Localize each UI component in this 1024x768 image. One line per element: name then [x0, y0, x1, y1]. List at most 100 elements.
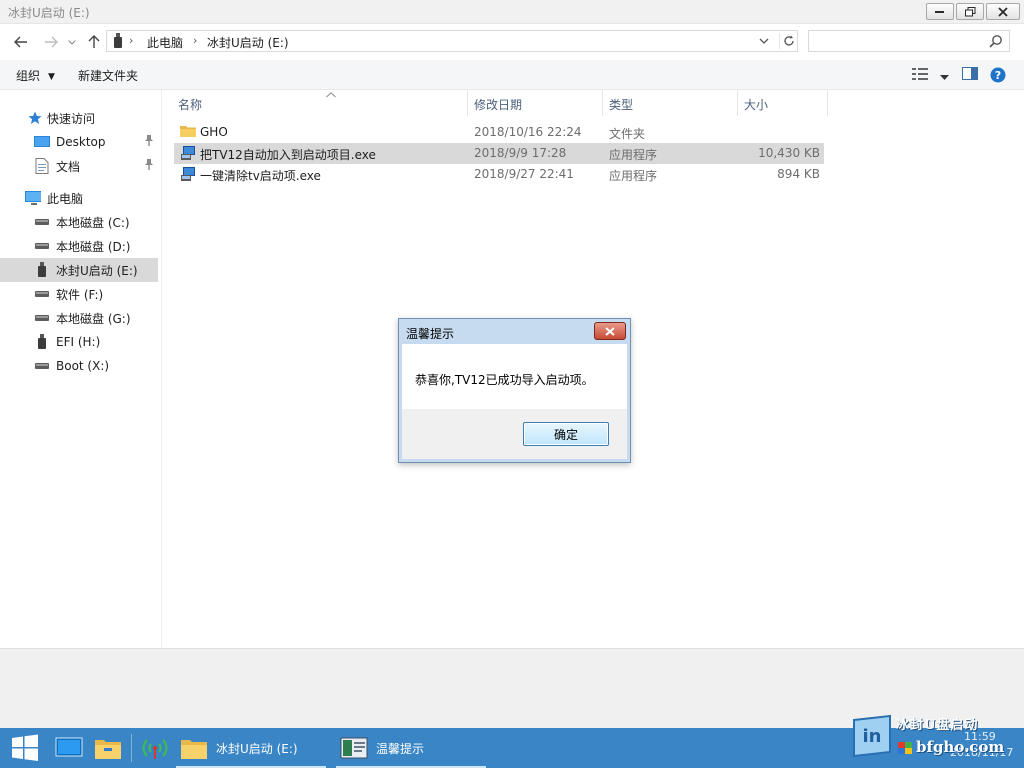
system-tray: in 冰封U盘启动 11:59 2018/11/17 bfgho.com — [850, 714, 1024, 768]
caret-down-icon — [940, 75, 949, 80]
search-input[interactable] — [815, 31, 985, 51]
recent-locations-button[interactable] — [66, 33, 78, 51]
file-size: 10,430 KB — [758, 146, 820, 160]
column-label: 名称 — [178, 98, 203, 112]
sidebar-item-drive-h[interactable]: EFI (H:) — [0, 330, 158, 354]
dialog-footer: 确定 — [402, 409, 627, 459]
address-bar[interactable]: › 此电脑 › 冰封U启动 (E:) — [106, 30, 798, 52]
dialog-close-button[interactable] — [594, 322, 626, 340]
taskbar-item-explorer[interactable]: 冰封U启动 (E:) — [176, 728, 326, 768]
view-dropdown-button[interactable] — [940, 70, 949, 84]
sidebar-item-quick-access[interactable]: 快速访问 — [0, 106, 158, 130]
navigation-pane: 快速访问 Desktop 文档 此电脑 本地磁盘 (C:) 本地磁盘 (D:) — [0, 90, 162, 648]
file-modified: 2018/9/9 17:28 — [474, 146, 567, 160]
svg-text:in: in — [863, 726, 882, 747]
sidebar-item-label: 冰封U启动 (E:) — [56, 263, 138, 278]
file-type: 应用程序 — [609, 169, 658, 183]
file-type: 应用程序 — [609, 148, 658, 162]
organize-menu[interactable]: 组织 ▼ — [16, 67, 55, 84]
sidebar-item-drive-d[interactable]: 本地磁盘 (D:) — [0, 234, 158, 258]
restore-button[interactable] — [956, 3, 984, 20]
column-header-size[interactable]: 大小 — [738, 90, 828, 116]
restore-icon — [964, 6, 975, 16]
dialog-message: 恭喜你,TV12已成功导入启动项。 — [415, 373, 594, 387]
drive-icon — [34, 214, 50, 230]
sidebar-item-label: Boot (X:) — [56, 359, 110, 373]
column-header-name[interactable]: 名称 — [172, 90, 468, 116]
file-modified: 2018/9/27 22:41 — [474, 167, 574, 181]
search-box[interactable] — [808, 30, 1010, 52]
table-row[interactable]: GHO 2018/10/16 22:24 文件夹 — [174, 122, 824, 143]
column-header-modified[interactable]: 修改日期 — [468, 90, 603, 116]
preview-pane-icon — [962, 67, 978, 80]
search-icon[interactable] — [989, 34, 1003, 51]
column-header-type[interactable]: 类型 — [603, 90, 738, 116]
close-icon — [998, 6, 1008, 17]
command-bar: 组织 ▼ 新建文件夹 ? — [0, 60, 1024, 90]
pin-icon[interactable] — [144, 135, 154, 150]
sidebar-item-drive-g[interactable]: 本地磁盘 (G:) — [0, 306, 158, 330]
preview-pane-button[interactable] — [962, 67, 978, 84]
taskbar-item-label: 冰封U启动 (E:) — [216, 741, 298, 756]
color-flag-icon — [898, 742, 912, 754]
details-view-icon — [912, 68, 928, 80]
table-row[interactable]: 把TV12自动加入到启动项目.exe 2018/9/9 17:28 应用程序 1… — [174, 143, 824, 164]
sidebar-item-label: 此电脑 — [47, 191, 84, 206]
table-row[interactable]: 一键清除tv启动项.exe 2018/9/27 22:41 应用程序 894 K… — [174, 164, 824, 185]
file-modified: 2018/10/16 22:24 — [474, 125, 582, 139]
ok-button[interactable]: 确定 — [523, 422, 609, 446]
sidebar-item-desktop[interactable]: Desktop — [0, 130, 158, 154]
breadcrumb-current-drive[interactable]: 冰封U启动 (E:) — [207, 34, 289, 51]
breadcrumb-separator[interactable]: › — [193, 34, 197, 47]
new-folder-button[interactable]: 新建文件夹 — [78, 67, 138, 84]
forward-button[interactable] — [42, 33, 60, 51]
file-name: 把TV12自动加入到启动项目.exe — [200, 148, 376, 162]
sidebar-item-documents[interactable]: 文档 — [0, 154, 158, 178]
arrow-left-icon — [14, 36, 27, 48]
usb-drive-icon — [34, 334, 50, 350]
taskbar-item-dialog[interactable]: 温馨提示 — [336, 728, 486, 768]
organize-label: 组织 — [16, 69, 41, 83]
exe-icon — [180, 145, 196, 164]
file-name: 一键清除tv启动项.exe — [200, 169, 321, 183]
computer-icon — [25, 190, 41, 206]
folder-icon — [95, 740, 121, 759]
file-explorer-button[interactable] — [90, 728, 126, 768]
address-dropdown-button[interactable] — [759, 35, 769, 49]
star-icon — [27, 110, 43, 126]
chevron-down-icon — [68, 39, 76, 45]
network-button[interactable] — [138, 728, 172, 768]
title-bar: 冰封U启动 (E:) — [0, 0, 1024, 24]
usb-drive-icon — [113, 33, 123, 52]
breadcrumb-separator[interactable]: › — [129, 34, 133, 47]
sidebar-item-drive-x[interactable]: Boot (X:) — [0, 354, 158, 378]
folder-icon — [181, 740, 207, 759]
help-button[interactable]: ? — [990, 67, 1006, 86]
refresh-icon — [783, 35, 794, 46]
sidebar-item-drive-f[interactable]: 软件 (F:) — [0, 282, 158, 306]
refresh-button[interactable] — [779, 33, 797, 49]
wireless-icon — [142, 739, 168, 759]
up-button[interactable] — [85, 33, 103, 51]
show-desktop-button[interactable] — [52, 728, 86, 768]
pin-icon[interactable] — [144, 159, 154, 174]
sort-ascending-icon — [326, 87, 336, 101]
sidebar-item-drive-c[interactable]: 本地磁盘 (C:) — [0, 210, 158, 234]
sidebar-item-this-pc[interactable]: 此电脑 — [0, 186, 158, 210]
watermark-site: bfgho.com — [916, 738, 1005, 756]
view-options-button[interactable] — [912, 67, 930, 84]
close-button[interactable] — [986, 3, 1020, 20]
start-button[interactable] — [0, 728, 50, 768]
breadcrumb-this-pc[interactable]: 此电脑 — [147, 34, 183, 51]
sidebar-item-drive-e[interactable]: 冰封U启动 (E:) — [0, 258, 158, 282]
drive-icon — [34, 286, 50, 302]
bfgho-logo-icon: in — [853, 714, 891, 758]
column-label: 大小 — [744, 98, 769, 112]
file-name: GHO — [200, 125, 228, 139]
minimize-button[interactable] — [926, 3, 954, 20]
svg-text:?: ? — [995, 69, 1001, 82]
minimize-icon — [935, 10, 944, 13]
back-button[interactable] — [12, 33, 30, 51]
drive-icon — [34, 358, 50, 374]
taskbar-separator — [131, 734, 132, 762]
